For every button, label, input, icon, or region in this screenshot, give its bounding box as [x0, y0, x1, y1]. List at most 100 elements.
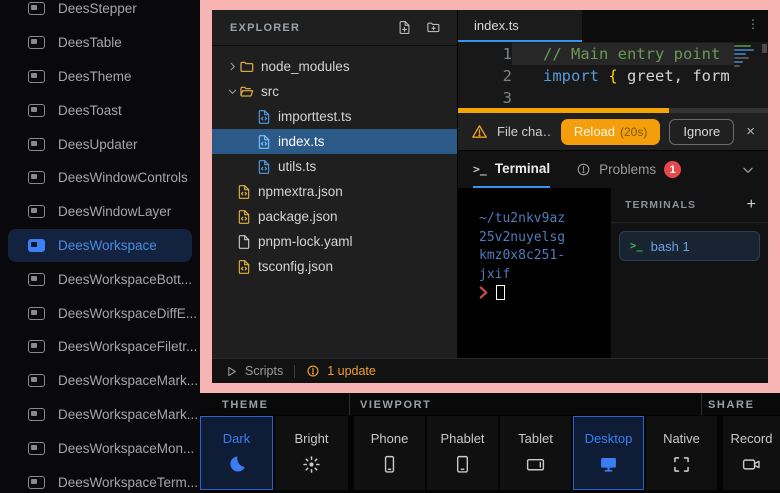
editor-scrollbar-thumb[interactable]	[762, 44, 767, 53]
code-comment: // Main entry point	[543, 45, 720, 63]
code-identifiers: greet, form	[618, 67, 730, 85]
terminal-cursor	[496, 285, 505, 300]
sidebar-item-deesworkspace[interactable]: DeesWorkspace	[8, 229, 192, 263]
divider	[349, 393, 350, 415]
code-keyword: import	[543, 67, 599, 85]
viewport-desktop-button[interactable]: Desktop	[573, 416, 644, 490]
sidebar-item-label: DeesToast	[58, 103, 122, 118]
editor-menu-icon[interactable]: ⋮	[747, 18, 759, 30]
chevron-down-icon[interactable]	[741, 163, 755, 177]
line-number: 3	[458, 87, 512, 108]
terminal-prompt-icon: >_	[630, 240, 643, 252]
share-record-button[interactable]: Record	[723, 416, 780, 490]
session-label: bash 1	[651, 239, 690, 254]
native-fullscreen-icon	[671, 454, 692, 475]
tab-label: Problems	[599, 162, 656, 177]
scripts-button[interactable]: Scripts	[225, 364, 283, 378]
tree-item-label: node_modules	[261, 59, 350, 74]
sidebar-item-deesworkspacebottombar[interactable]: DeesWorkspaceBott...	[0, 262, 200, 296]
tree-item-pnpm-lock[interactable]: pnpm-lock.yaml	[212, 229, 457, 254]
tab-terminal[interactable]: >_ Terminal	[473, 151, 550, 188]
tree-item-node-modules[interactable]: node_modules	[212, 54, 457, 79]
chevron-right-icon	[227, 61, 238, 72]
tree-item-utils[interactable]: utils.ts	[212, 154, 457, 179]
terminal-prompt-icon: >_	[473, 162, 487, 176]
prompt-chevron-icon	[479, 286, 488, 299]
tab-label: index.ts	[474, 18, 519, 33]
theme-bright-button[interactable]: Bright	[275, 416, 348, 490]
tablet-icon	[525, 454, 546, 475]
close-icon[interactable]: ×	[743, 124, 758, 139]
update-alert-icon	[306, 364, 320, 378]
ignore-label: Ignore	[683, 124, 720, 139]
update-button[interactable]: 1 update	[306, 364, 376, 378]
tree-item-package[interactable]: package.json	[212, 204, 457, 229]
viewport-phablet-button[interactable]: Phablet	[427, 416, 498, 490]
component-icon	[28, 104, 45, 117]
component-list: DeesStepper DeesTable DeesTheme DeesToas…	[0, 0, 200, 493]
component-icon	[28, 408, 45, 421]
phone-icon	[379, 454, 400, 475]
file-icon	[236, 234, 252, 250]
tree-item-index-selected[interactable]: index.ts	[212, 129, 457, 154]
sidebar-item-label: DeesWorkspace	[58, 238, 157, 253]
terminal-line: 25v2nuyelsg	[479, 229, 606, 248]
sidebar-item-deesworkspacemonaco[interactable]: DeesWorkspaceMon...	[0, 431, 200, 465]
line-number: 1	[458, 43, 512, 65]
terminal-session-bash-1[interactable]: >_ bash 1	[619, 231, 760, 261]
theme-dark-button[interactable]: Dark	[200, 416, 273, 490]
code-line-3: 3	[458, 87, 768, 108]
typescript-file-icon	[256, 109, 272, 125]
sidebar-item-deesstepper[interactable]: DeesStepper	[0, 0, 200, 26]
code-editor[interactable]: 1 // Main entry point 2 import { greet, …	[458, 42, 768, 108]
terminals-panel: TERMINALS + >_ bash 1	[610, 188, 768, 358]
sidebar-item-deeswindowcontrols[interactable]: DeesWindowControls	[0, 161, 200, 195]
phablet-icon	[452, 454, 473, 475]
viewport-tablet-button[interactable]: Tablet	[500, 416, 571, 490]
tree-item-npmextra[interactable]: npmextra.json	[212, 179, 457, 204]
problems-icon	[576, 162, 591, 177]
tab-problems[interactable]: Problems 1	[576, 151, 681, 188]
viewport-native-button[interactable]: Native	[646, 416, 717, 490]
toolbar-buttons: Dark Bright Phone Phablet Tablet Deskt	[200, 415, 780, 493]
sidebar-item-deesupdater[interactable]: DeesUpdater	[0, 127, 200, 161]
tree-item-label: src	[261, 84, 279, 99]
ignore-button[interactable]: Ignore	[669, 119, 734, 145]
sidebar-item-deestheme[interactable]: DeesTheme	[0, 60, 200, 94]
sidebar-item-deeswindowlayer[interactable]: DeesWindowLayer	[0, 195, 200, 229]
moon-icon	[226, 454, 247, 475]
button-label: Dark	[223, 431, 250, 446]
new-file-icon[interactable]	[397, 20, 412, 35]
tab-index-ts[interactable]: index.ts	[458, 10, 582, 42]
line-number: 2	[458, 65, 512, 87]
sidebar-item-deesworkspacediffeditor[interactable]: DeesWorkspaceDiffE...	[0, 296, 200, 330]
viewport-phone-button[interactable]: Phone	[354, 416, 425, 490]
explorer-header: EXPLORER	[212, 10, 457, 46]
sidebar-item-label: DeesWindowControls	[58, 170, 188, 185]
folder-open-icon	[239, 84, 255, 100]
viewport-section-label: VIEWPORT	[360, 399, 431, 411]
reload-countdown: (20s)	[620, 125, 647, 139]
sidebar-item-deesworkspacefiletree[interactable]: DeesWorkspaceFiletr...	[0, 330, 200, 364]
tree-item-importtest[interactable]: importtest.ts	[212, 104, 457, 129]
minimap[interactable]	[734, 45, 760, 103]
terminal-output[interactable]: ~/tu2nkv9az 25v2nuyelsg kmz0x8c251- jxif	[458, 188, 610, 358]
share-section-label: SHARE	[708, 399, 755, 411]
json-file-icon	[236, 209, 252, 225]
sidebar-item-label: DeesWorkspaceFiletr...	[58, 339, 197, 354]
sidebar-item-deesworkspacemark2[interactable]: DeesWorkspaceMark...	[0, 398, 200, 432]
notification-message: File cha…	[497, 124, 552, 139]
terminal-line: kmz0x8c251-	[479, 247, 606, 266]
sidebar-item-deesworkspaceterminal[interactable]: DeesWorkspaceTerm...	[0, 465, 200, 493]
tree-item-tsconfig[interactable]: tsconfig.json	[212, 254, 457, 279]
typescript-file-icon	[256, 159, 272, 175]
tree-item-label: utils.ts	[278, 159, 316, 174]
sidebar-item-deesworkspacemark1[interactable]: DeesWorkspaceMark...	[0, 364, 200, 398]
reload-label: Reload	[574, 124, 615, 139]
tree-item-src[interactable]: src	[212, 79, 457, 104]
reload-button[interactable]: Reload (20s)	[561, 119, 661, 145]
add-terminal-icon[interactable]: +	[747, 197, 756, 213]
sidebar-item-deestoast[interactable]: DeesToast	[0, 93, 200, 127]
sidebar-item-deestable[interactable]: DeesTable	[0, 26, 200, 60]
new-folder-icon[interactable]	[426, 20, 441, 35]
